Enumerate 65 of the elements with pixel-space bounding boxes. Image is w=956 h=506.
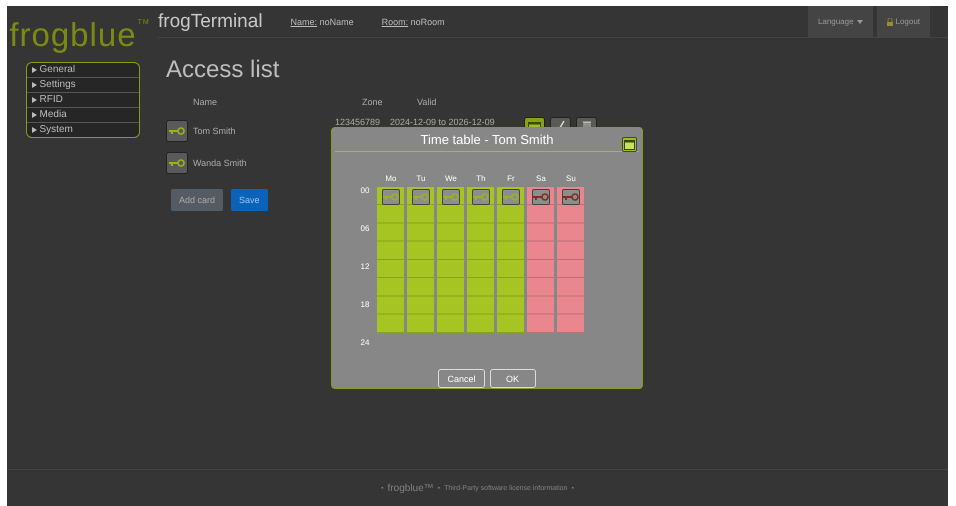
add-card-button[interactable]: Add card bbox=[171, 189, 224, 211]
triangle-icon bbox=[32, 97, 36, 103]
key-button[interactable] bbox=[382, 189, 400, 205]
key-button[interactable] bbox=[442, 189, 460, 205]
header-field: Name: noName bbox=[290, 16, 354, 26]
key-button[interactable] bbox=[166, 120, 188, 142]
key-icon bbox=[502, 193, 519, 201]
day-label: Th bbox=[476, 174, 486, 185]
day-label: Su bbox=[566, 174, 576, 185]
zone-cell-text: 123456789 bbox=[335, 116, 382, 127]
column-header: Zone bbox=[362, 97, 384, 107]
column-header: Name bbox=[193, 97, 218, 107]
day-schedule-bar[interactable] bbox=[527, 187, 554, 333]
hour-label: 06 bbox=[360, 225, 370, 233]
hour-label: 24 bbox=[360, 339, 370, 347]
hour-label: 12 bbox=[360, 263, 370, 271]
key-icon bbox=[412, 193, 429, 201]
key-icon bbox=[562, 193, 579, 201]
hour-label: 00 bbox=[360, 187, 370, 195]
triangle-icon bbox=[32, 127, 36, 133]
key-button[interactable] bbox=[166, 152, 188, 174]
sidebar-item[interactable]: General bbox=[26, 63, 138, 77]
page-title: Access list bbox=[166, 56, 280, 84]
cancel-button[interactable]: Cancel bbox=[438, 369, 484, 388]
logout-button[interactable]: Logout bbox=[876, 6, 930, 37]
triangle-icon bbox=[32, 112, 36, 118]
day-label: Mo bbox=[385, 174, 397, 185]
key-button[interactable] bbox=[562, 189, 580, 205]
day-label: Fr bbox=[507, 174, 515, 185]
key-button[interactable] bbox=[532, 189, 550, 205]
key-icon bbox=[382, 193, 399, 201]
calendar-button[interactable] bbox=[622, 137, 637, 152]
header-field: Room: noRoom bbox=[382, 16, 445, 26]
sidebar-item[interactable]: RFID bbox=[26, 92, 138, 107]
name-cell-text: Wanda Smith bbox=[193, 158, 248, 168]
key-icon bbox=[169, 159, 185, 167]
hour-label: 18 bbox=[360, 301, 370, 309]
lock-icon bbox=[886, 18, 893, 26]
triangle-icon bbox=[32, 67, 36, 73]
caret-icon bbox=[856, 20, 863, 24]
column-header: Valid bbox=[417, 97, 438, 107]
key-icon bbox=[442, 193, 459, 201]
calendar-icon bbox=[624, 140, 635, 150]
day-label: Sa bbox=[536, 174, 546, 185]
triangle-icon bbox=[32, 82, 36, 88]
sidebar-item[interactable]: Settings bbox=[26, 77, 138, 92]
app-title: frogTerminal bbox=[158, 10, 263, 32]
key-icon bbox=[169, 127, 185, 135]
valid-cell-text: 2024-12-09 to 2026-12-09 bbox=[390, 116, 496, 127]
sidebar-item[interactable]: Media bbox=[26, 107, 138, 122]
footer-brand: frogblue™ bbox=[388, 482, 434, 494]
key-button[interactable] bbox=[502, 189, 520, 205]
key-button[interactable] bbox=[412, 189, 430, 205]
day-schedule-bar[interactable] bbox=[557, 187, 584, 333]
ok-button[interactable]: OK bbox=[490, 369, 536, 388]
sidebar-item[interactable]: System bbox=[26, 122, 138, 137]
save-button[interactable]: Save bbox=[231, 189, 268, 211]
day-label: We bbox=[445, 174, 457, 185]
dialog-title: Time table - Tom Smith bbox=[420, 132, 554, 147]
name-cell-text: Tom Smith bbox=[193, 126, 237, 136]
key-icon bbox=[532, 193, 549, 201]
day-label: Tu bbox=[416, 174, 426, 185]
key-button[interactable] bbox=[472, 189, 490, 205]
language-dropdown[interactable]: Language bbox=[808, 6, 873, 37]
key-icon bbox=[472, 193, 489, 201]
